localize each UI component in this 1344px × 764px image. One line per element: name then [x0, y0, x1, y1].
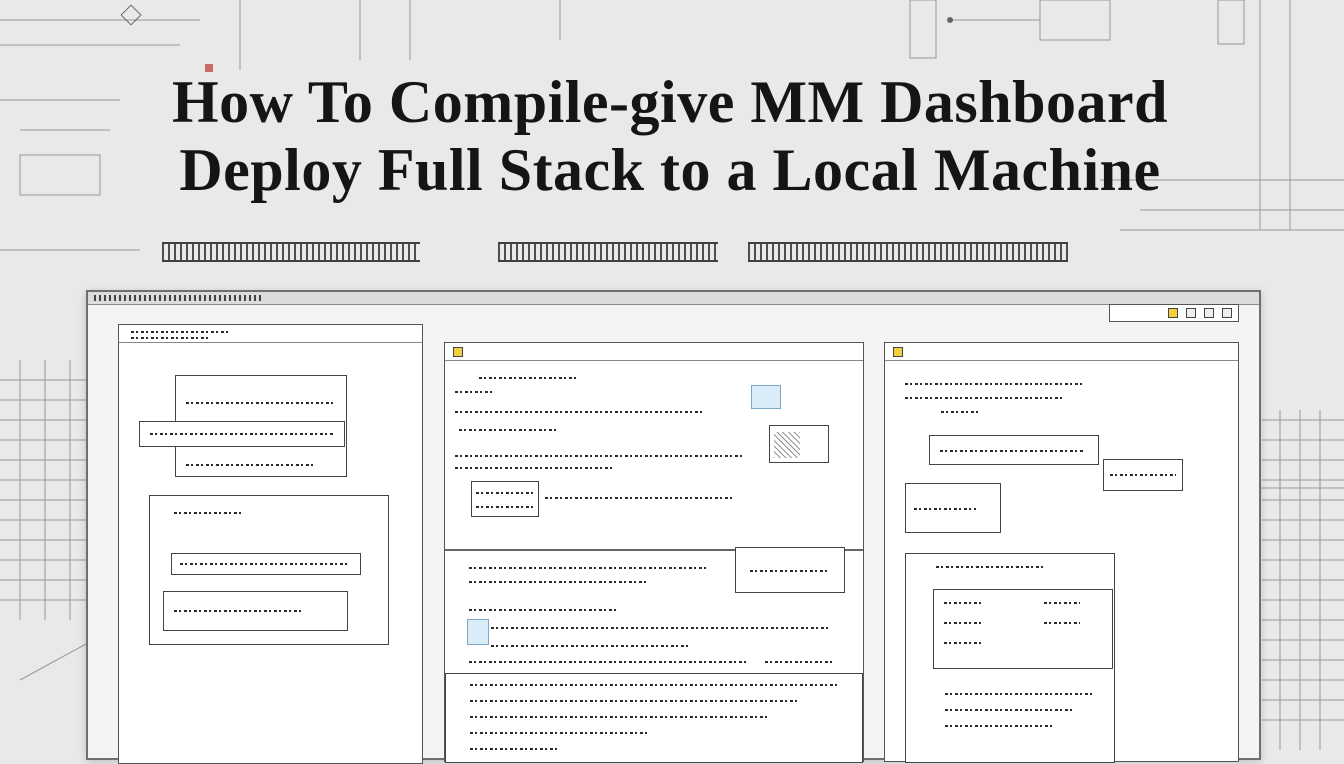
text-line — [1110, 474, 1176, 476]
text-line — [941, 411, 981, 413]
panel-middle — [444, 342, 864, 763]
text-line — [455, 455, 745, 457]
header-scribble — [131, 337, 211, 339]
option-row[interactable] — [171, 553, 361, 575]
text-line — [455, 391, 495, 393]
config-field[interactable] — [139, 421, 345, 447]
text-line — [469, 609, 619, 611]
text-line — [914, 508, 976, 510]
maximize-button[interactable] — [1186, 308, 1196, 318]
side-note[interactable] — [735, 547, 845, 593]
text-line — [455, 467, 615, 469]
text-line — [479, 377, 579, 379]
text-line — [944, 622, 984, 624]
text-line — [1044, 602, 1080, 604]
text-line — [905, 383, 1085, 385]
text-line — [491, 645, 691, 647]
subtitle-bar-right — [748, 242, 1068, 262]
node-card[interactable] — [905, 483, 1001, 533]
text-line — [944, 642, 984, 644]
text-line — [469, 567, 709, 569]
panel-right-header — [885, 343, 1238, 361]
close-button[interactable] — [1222, 308, 1232, 318]
text-line — [940, 450, 1085, 452]
title-line-1: How To Compile-give MM Dashboard — [171, 69, 1169, 135]
panel-left — [118, 324, 423, 764]
text-line — [470, 732, 650, 734]
text-line — [186, 402, 336, 404]
blue-marker — [751, 385, 781, 409]
text-line — [459, 429, 559, 431]
text-line — [944, 602, 984, 604]
panel-left-header — [119, 325, 422, 343]
text-line — [174, 512, 244, 514]
badge-box[interactable] — [1103, 459, 1183, 491]
text-line — [1044, 622, 1080, 624]
subtitle-bar-left — [162, 242, 420, 262]
text-line — [470, 700, 800, 702]
panel-middle-header — [445, 343, 863, 361]
window-titlebar[interactable] — [88, 292, 1259, 305]
text-line — [945, 693, 1095, 695]
text-line — [469, 661, 749, 663]
text-line — [476, 492, 534, 494]
blue-marker — [467, 619, 489, 645]
qr-code-icon — [774, 432, 800, 458]
folder-icon — [893, 347, 903, 357]
text-line — [750, 570, 830, 572]
text-line — [545, 497, 735, 499]
text-line — [150, 433, 335, 435]
text-line — [945, 709, 1075, 711]
subtitle-bar-center — [498, 242, 718, 262]
status-box[interactable] — [929, 435, 1099, 465]
window-controls — [1109, 304, 1239, 322]
folder-icon — [453, 347, 463, 357]
text-line — [476, 506, 534, 508]
text-line — [491, 627, 831, 629]
qr-preview — [769, 425, 829, 463]
app-window — [86, 290, 1261, 764]
panel-right — [884, 342, 1239, 763]
option-input[interactable] — [163, 591, 348, 631]
text-line — [905, 397, 1065, 399]
text-line — [469, 581, 649, 583]
text-line — [186, 464, 316, 466]
text-line — [765, 661, 835, 663]
detail-subpanel[interactable] — [933, 589, 1113, 669]
text-line — [455, 411, 705, 413]
text-line — [180, 563, 350, 565]
text-line — [470, 716, 770, 718]
titlebar-ticks — [94, 295, 264, 301]
text-line — [174, 610, 304, 612]
header-scribble — [131, 331, 231, 333]
code-block[interactable] — [471, 481, 539, 517]
text-line — [945, 725, 1055, 727]
page-title: How To Compile-give MM Dashboard Deploy … — [90, 68, 1250, 204]
minimize-button[interactable] — [1168, 308, 1178, 318]
title-line-2: Deploy Full Stack to a Local Machine — [179, 137, 1161, 203]
text-line — [470, 684, 840, 686]
text-line — [936, 566, 1046, 568]
settings-button[interactable] — [1204, 308, 1214, 318]
